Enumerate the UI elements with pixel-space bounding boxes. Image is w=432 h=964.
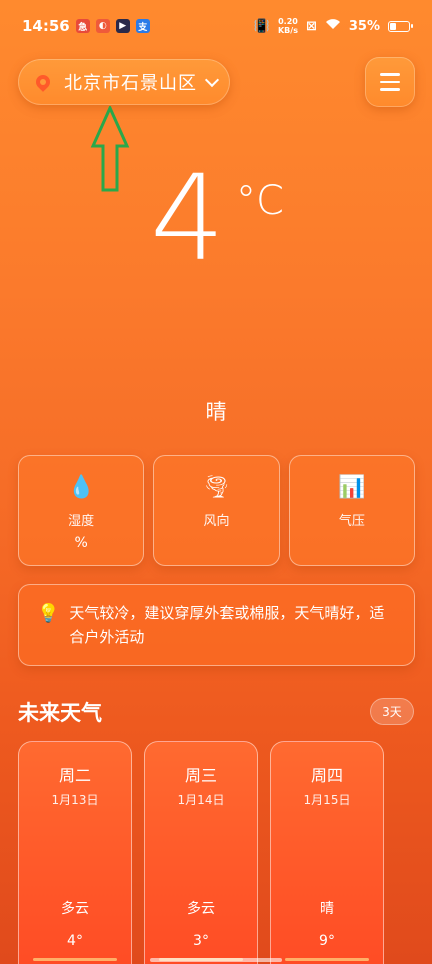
pressure-label: 气压 (338, 514, 365, 529)
vibrate-icon: 📳 (253, 18, 270, 34)
forecast-day-date: 1月15日 (303, 793, 351, 807)
net-speed-unit: KB/s (277, 26, 298, 35)
forecast-day-name: 周三 (184, 766, 217, 785)
pressure-card: 📊 气压 (288, 455, 415, 566)
location-pin-icon (33, 72, 53, 92)
temperature-value: 4 (150, 149, 226, 287)
forecast-day-date: 1月14日 (177, 793, 225, 807)
forecast-days-badge[interactable]: 3天 (370, 698, 414, 725)
status-bar: 14:56 急 ◐ ▶ 支 📳 0.20 KB/s ⊠ 35% (0, 0, 432, 52)
temperature-unit: °C (236, 178, 284, 224)
forecast-day-name: 周四 (310, 766, 343, 785)
tornado-icon: 🌪 (202, 475, 231, 500)
menu-button[interactable] (365, 57, 415, 107)
location-selector[interactable]: 北京市石景山区 (18, 59, 230, 105)
app-notification-icon: 急 (75, 19, 90, 33)
water-drop-icon: 💧 (67, 475, 95, 500)
location-name: 北京市石景山区 (64, 73, 197, 94)
bar-chart-icon: 📊 (338, 475, 366, 500)
chevron-down-icon (204, 72, 220, 87)
forecast-list[interactable]: 周二 1月13日 多云 4° 周三 1月14日 多云 3° 周四 1月15日 晴… (18, 741, 432, 964)
app-notification-icon: ▶ (115, 19, 130, 33)
forecast-day-condition: 多云 (61, 901, 89, 917)
forecast-day-name: 周二 (58, 766, 91, 785)
battery-icon (388, 20, 413, 32)
advice-card: 💡 天气较冷，建议穿厚外套或棉服，天气晴好，适合户外活动 (18, 584, 415, 666)
forecast-day-card[interactable]: 周四 1月15日 晴 9° (270, 741, 384, 964)
forecast-title: 未来天气 (18, 701, 102, 725)
forecast-day-condition: 多云 (187, 901, 215, 917)
current-condition: 晴 (205, 400, 227, 424)
battery-percent: 35% (348, 18, 380, 34)
home-indicator[interactable] (150, 958, 282, 962)
net-speed: 0.20 KB/s (278, 17, 298, 35)
status-left: 14:56 急 ◐ ▶ 支 (22, 17, 150, 35)
annotation-arrow-icon (90, 106, 130, 192)
forecast-day-card[interactable]: 周三 1月14日 多云 3° (144, 741, 258, 964)
forecast-day-date: 1月13日 (51, 793, 99, 807)
metrics-row: 💧 湿度 % 🌪 风向 📊 气压 (18, 455, 415, 566)
wind-card: 🌪 风向 (153, 455, 280, 566)
wifi-icon (325, 18, 341, 34)
humidity-card: 💧 湿度 % (18, 455, 145, 566)
forecast-day-condition: 晴 (320, 901, 334, 917)
menu-icon-line (380, 73, 400, 76)
sim-off-icon: ⊠ (305, 18, 317, 34)
advice-text: 天气较冷，建议穿厚外套或棉服，天气晴好，适合户外活动 (69, 604, 385, 646)
forecast-day-bar (33, 958, 117, 961)
forecast-day-bar (285, 958, 369, 961)
lightbulb-icon: 💡 (37, 603, 60, 624)
humidity-value: % (74, 535, 88, 551)
forecast-day-temp: 3° (193, 933, 209, 949)
humidity-label: 湿度 (68, 514, 95, 529)
forecast-day-card[interactable]: 周二 1月13日 多云 4° (18, 741, 132, 964)
forecast-day-temp: 4° (67, 933, 83, 949)
app-notification-icon: ◐ (95, 19, 110, 33)
app-notification-icon: 支 (135, 19, 150, 33)
net-speed-value: 0.20 (278, 17, 298, 26)
menu-icon-line (380, 88, 400, 91)
wind-label: 风向 (203, 514, 230, 529)
forecast-day-temp: 9° (319, 933, 335, 949)
current-temperature: 4 °C (150, 148, 290, 288)
status-time: 14:56 (22, 17, 70, 35)
menu-icon-line (380, 80, 400, 84)
status-right: 📳 0.20 KB/s ⊠ 35% (253, 17, 413, 35)
